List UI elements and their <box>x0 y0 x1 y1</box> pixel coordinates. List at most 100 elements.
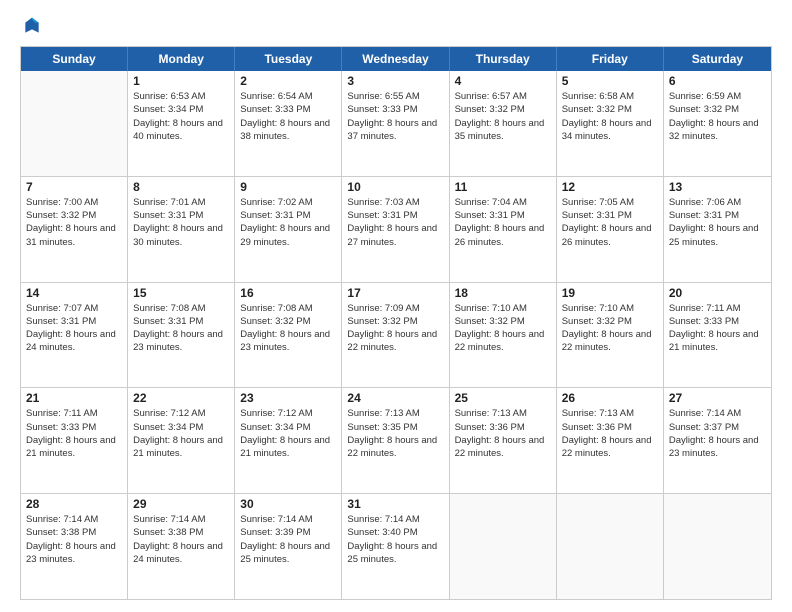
day-info: Sunrise: 7:11 AMSunset: 3:33 PMDaylight:… <box>26 407 122 460</box>
day-number: 2 <box>240 74 336 88</box>
day-info: Sunrise: 7:01 AMSunset: 3:31 PMDaylight:… <box>133 196 229 249</box>
day-info: Sunrise: 7:09 AMSunset: 3:32 PMDaylight:… <box>347 302 443 355</box>
cal-cell: 10Sunrise: 7:03 AMSunset: 3:31 PMDayligh… <box>342 177 449 282</box>
cal-cell: 18 Sunrise: 7:10 AMSunset: 3:32 PMDayligh… <box>450 283 557 388</box>
header-day-sunday: Sunday <box>21 47 128 71</box>
day-info: Sunrise: 6:53 AMSunset: 3:34 PMDaylight:… <box>133 90 229 143</box>
cal-cell: 3 Sunrise: 6:55 AMSunset: 3:33 PMDaylight… <box>342 71 449 176</box>
week-row-3: 14 Sunrise: 7:07 AMSunset: 3:31 PMDayligh… <box>21 283 771 389</box>
day-number: 22 <box>133 391 229 405</box>
day-number: 4 <box>455 74 551 88</box>
header-day-thursday: Thursday <box>450 47 557 71</box>
day-info: Sunrise: 7:10 AMSunset: 3:32 PMDaylight:… <box>455 302 551 355</box>
day-number: 27 <box>669 391 766 405</box>
cal-cell: 25Sunrise: 7:13 AMSunset: 3:36 PMDayligh… <box>450 388 557 493</box>
day-info: Sunrise: 7:02 AMSunset: 3:31 PMDaylight:… <box>240 196 336 249</box>
day-number: 28 <box>26 497 122 511</box>
day-info: Sunrise: 7:07 AMSunset: 3:31 PMDaylight:… <box>26 302 122 355</box>
day-number: 18 <box>455 286 551 300</box>
day-number: 14 <box>26 286 122 300</box>
cal-cell: 24 Sunrise: 7:13 AMSunset: 3:35 PMDayligh… <box>342 388 449 493</box>
day-number: 19 <box>562 286 658 300</box>
day-info: Sunrise: 6:54 AMSunset: 3:33 PMDaylight:… <box>240 90 336 143</box>
calendar: SundayMondayTuesdayWednesdayThursdayFrid… <box>20 46 772 600</box>
day-number: 30 <box>240 497 336 511</box>
calendar-body: 1 Sunrise: 6:53 AMSunset: 3:34 PMDaylight… <box>21 71 771 599</box>
day-info: Sunrise: 7:11 AMSunset: 3:33 PMDaylight:… <box>669 302 766 355</box>
day-number: 23 <box>240 391 336 405</box>
day-number: 16 <box>240 286 336 300</box>
day-number: 1 <box>133 74 229 88</box>
day-number: 5 <box>562 74 658 88</box>
day-info: Sunrise: 7:13 AMSunset: 3:36 PMDaylight:… <box>455 407 551 460</box>
header-day-tuesday: Tuesday <box>235 47 342 71</box>
day-info: Sunrise: 7:12 AMSunset: 3:34 PMDaylight:… <box>133 407 229 460</box>
cal-cell: 26 Sunrise: 7:13 AMSunset: 3:36 PMDayligh… <box>557 388 664 493</box>
cal-cell: 19 Sunrise: 7:10 AMSunset: 3:32 PMDayligh… <box>557 283 664 388</box>
header-day-friday: Friday <box>557 47 664 71</box>
day-info: Sunrise: 7:14 AMSunset: 3:38 PMDaylight:… <box>26 513 122 566</box>
day-number: 20 <box>669 286 766 300</box>
logo <box>20 16 42 36</box>
cal-cell: 6 Sunrise: 6:59 AMSunset: 3:32 PMDaylight… <box>664 71 771 176</box>
day-info: Sunrise: 7:12 AMSunset: 3:34 PMDaylight:… <box>240 407 336 460</box>
day-info: Sunrise: 7:14 AMSunset: 3:40 PMDaylight:… <box>347 513 443 566</box>
day-number: 13 <box>669 180 766 194</box>
cal-cell: 13 Sunrise: 7:06 AMSunset: 3:31 PMDayligh… <box>664 177 771 282</box>
cal-cell: 1 Sunrise: 6:53 AMSunset: 3:34 PMDaylight… <box>128 71 235 176</box>
header-day-monday: Monday <box>128 47 235 71</box>
cal-cell <box>450 494 557 599</box>
day-number: 17 <box>347 286 443 300</box>
day-info: Sunrise: 7:06 AMSunset: 3:31 PMDaylight:… <box>669 196 766 249</box>
cal-cell: 28 Sunrise: 7:14 AMSunset: 3:38 PMDayligh… <box>21 494 128 599</box>
calendar-header: SundayMondayTuesdayWednesdayThursdayFrid… <box>21 47 771 71</box>
cal-cell: 22 Sunrise: 7:12 AMSunset: 3:34 PMDayligh… <box>128 388 235 493</box>
day-info: Sunrise: 6:59 AMSunset: 3:32 PMDaylight:… <box>669 90 766 143</box>
cal-cell: 15Sunrise: 7:08 AMSunset: 3:31 PMDayligh… <box>128 283 235 388</box>
day-info: Sunrise: 6:57 AMSunset: 3:32 PMDaylight:… <box>455 90 551 143</box>
day-info: Sunrise: 6:55 AMSunset: 3:33 PMDaylight:… <box>347 90 443 143</box>
day-number: 6 <box>669 74 766 88</box>
cal-cell <box>557 494 664 599</box>
cal-cell <box>21 71 128 176</box>
cal-cell: 11 Sunrise: 7:04 AMSunset: 3:31 PMDayligh… <box>450 177 557 282</box>
week-row-1: 1 Sunrise: 6:53 AMSunset: 3:34 PMDaylight… <box>21 71 771 177</box>
day-number: 24 <box>347 391 443 405</box>
day-info: Sunrise: 7:13 AMSunset: 3:36 PMDaylight:… <box>562 407 658 460</box>
day-info: Sunrise: 7:10 AMSunset: 3:32 PMDaylight:… <box>562 302 658 355</box>
day-info: Sunrise: 7:14 AMSunset: 3:38 PMDaylight:… <box>133 513 229 566</box>
cal-cell: 2 Sunrise: 6:54 AMSunset: 3:33 PMDaylight… <box>235 71 342 176</box>
header <box>20 16 772 36</box>
cal-cell: 12Sunrise: 7:05 AMSunset: 3:31 PMDayligh… <box>557 177 664 282</box>
week-row-5: 28 Sunrise: 7:14 AMSunset: 3:38 PMDayligh… <box>21 494 771 599</box>
cal-cell: 27Sunrise: 7:14 AMSunset: 3:37 PMDayligh… <box>664 388 771 493</box>
cal-cell: 23 Sunrise: 7:12 AMSunset: 3:34 PMDayligh… <box>235 388 342 493</box>
day-number: 3 <box>347 74 443 88</box>
day-number: 31 <box>347 497 443 511</box>
day-info: Sunrise: 7:05 AMSunset: 3:31 PMDaylight:… <box>562 196 658 249</box>
day-info: Sunrise: 7:14 AMSunset: 3:39 PMDaylight:… <box>240 513 336 566</box>
cal-cell: 4 Sunrise: 6:57 AMSunset: 3:32 PMDaylight… <box>450 71 557 176</box>
day-number: 7 <box>26 180 122 194</box>
day-info: Sunrise: 7:13 AMSunset: 3:35 PMDaylight:… <box>347 407 443 460</box>
day-info: Sunrise: 7:04 AMSunset: 3:31 PMDaylight:… <box>455 196 551 249</box>
day-number: 26 <box>562 391 658 405</box>
cal-cell: 14 Sunrise: 7:07 AMSunset: 3:31 PMDayligh… <box>21 283 128 388</box>
day-info: Sunrise: 7:03 AMSunset: 3:31 PMDaylight:… <box>347 196 443 249</box>
cal-cell <box>664 494 771 599</box>
day-number: 29 <box>133 497 229 511</box>
day-number: 11 <box>455 180 551 194</box>
day-info: Sunrise: 7:00 AMSunset: 3:32 PMDaylight:… <box>26 196 122 249</box>
day-number: 15 <box>133 286 229 300</box>
week-row-4: 21Sunrise: 7:11 AMSunset: 3:33 PMDayligh… <box>21 388 771 494</box>
cal-cell: 8 Sunrise: 7:01 AMSunset: 3:31 PMDaylight… <box>128 177 235 282</box>
logo-icon <box>22 16 42 36</box>
cal-cell: 16Sunrise: 7:08 AMSunset: 3:32 PMDayligh… <box>235 283 342 388</box>
cal-cell: 30 Sunrise: 7:14 AMSunset: 3:39 PMDayligh… <box>235 494 342 599</box>
week-row-2: 7 Sunrise: 7:00 AMSunset: 3:32 PMDaylight… <box>21 177 771 283</box>
page: SundayMondayTuesdayWednesdayThursdayFrid… <box>0 0 792 612</box>
cal-cell: 20 Sunrise: 7:11 AMSunset: 3:33 PMDayligh… <box>664 283 771 388</box>
header-day-wednesday: Wednesday <box>342 47 449 71</box>
cal-cell: 31 Sunrise: 7:14 AMSunset: 3:40 PMDayligh… <box>342 494 449 599</box>
day-number: 8 <box>133 180 229 194</box>
